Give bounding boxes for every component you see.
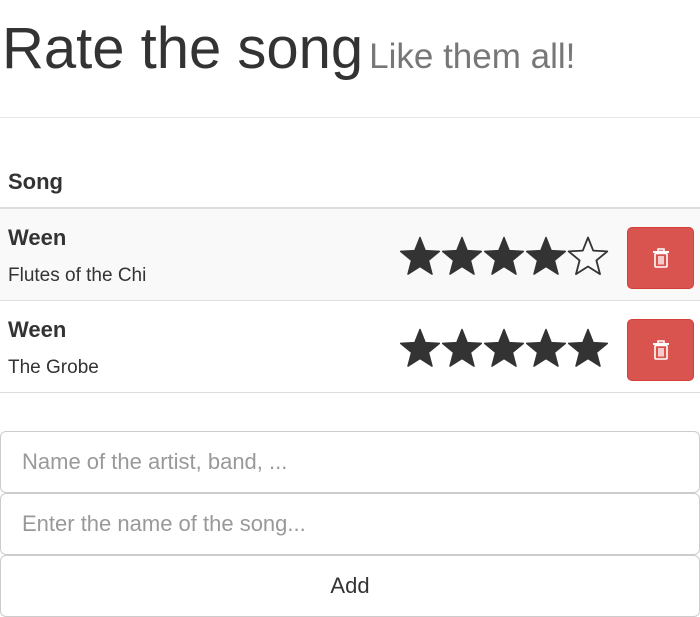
star-filled-icon[interactable]	[441, 327, 483, 369]
song-artist: Ween	[8, 225, 67, 250]
table-row: Ween Flutes of the Chi	[0, 209, 700, 301]
trash-icon	[652, 340, 669, 360]
column-header-song: Song	[8, 169, 63, 194]
page-header: Rate the song Like them all!	[0, 0, 700, 118]
page-title: Rate the song Like them all!	[2, 14, 575, 92]
songs-table: Song Ween Flutes of the Chi Ween The Gro…	[0, 160, 700, 393]
star-filled-icon[interactable]	[441, 235, 483, 277]
add-button[interactable]: Add	[0, 555, 700, 617]
star-filled-icon[interactable]	[399, 235, 441, 277]
star-rating[interactable]	[399, 235, 609, 277]
table-header: Song	[0, 160, 700, 209]
artist-input[interactable]	[0, 431, 700, 493]
song-input[interactable]	[0, 493, 700, 555]
star-filled-icon[interactable]	[567, 327, 609, 369]
song-title: The Grobe	[8, 357, 99, 378]
star-empty-icon[interactable]	[567, 235, 609, 277]
star-filled-icon[interactable]	[525, 327, 567, 369]
star-filled-icon[interactable]	[399, 327, 441, 369]
page-title-text: Rate the song	[2, 16, 364, 81]
star-rating[interactable]	[399, 327, 609, 369]
delete-button[interactable]	[627, 319, 694, 381]
song-title: Flutes of the Chi	[8, 265, 147, 286]
star-filled-icon[interactable]	[525, 235, 567, 277]
add-song-form: Add	[0, 431, 700, 617]
trash-icon	[652, 248, 669, 268]
star-filled-icon[interactable]	[483, 327, 525, 369]
page-subtitle: Like them all!	[369, 37, 576, 76]
delete-button[interactable]	[627, 227, 694, 289]
song-artist: Ween	[8, 317, 67, 342]
star-filled-icon[interactable]	[483, 235, 525, 277]
table-row: Ween The Grobe	[0, 301, 700, 393]
